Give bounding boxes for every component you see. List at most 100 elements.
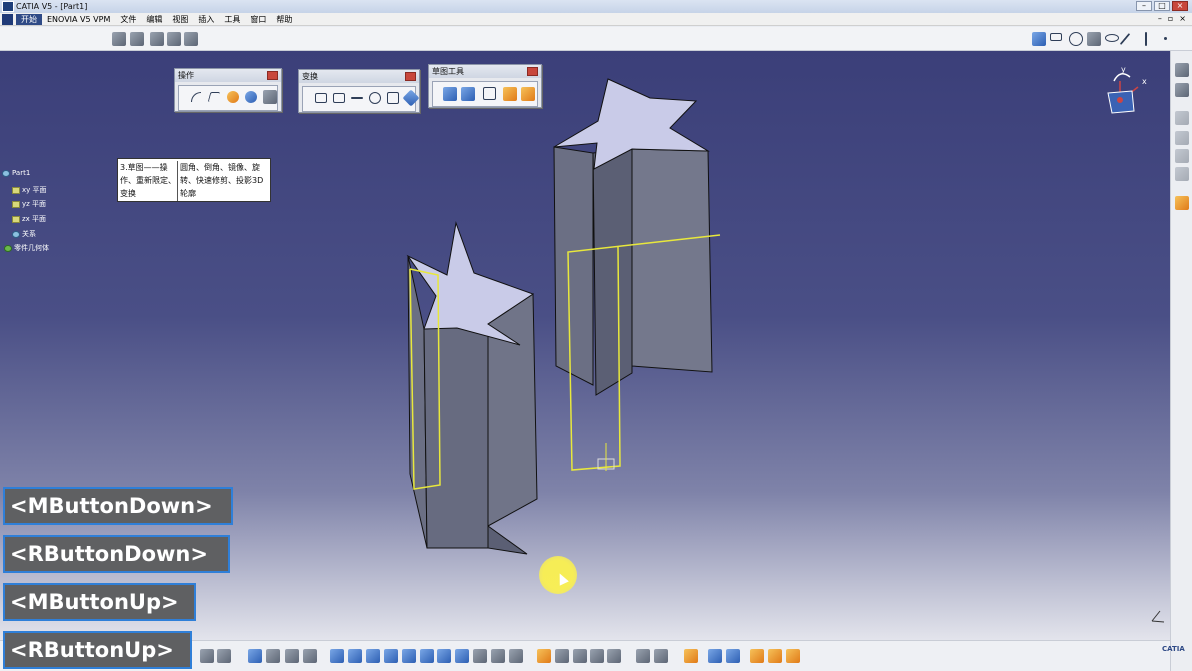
visualization-icon[interactable]	[590, 649, 604, 663]
hide-show-icon[interactable]	[491, 649, 505, 663]
iso-view-icon[interactable]	[455, 649, 469, 663]
line-icon[interactable]	[1119, 32, 1131, 46]
doc-restore-icon[interactable]: ▫	[1168, 14, 1173, 23]
pencil-icon[interactable]	[150, 32, 164, 46]
zoom-in-icon[interactable]	[402, 649, 416, 663]
reframe-icon[interactable]	[786, 649, 800, 663]
menu-window[interactable]: 窗口	[245, 14, 271, 25]
corner-icon[interactable]	[191, 92, 201, 102]
menu-help[interactable]: 帮助	[271, 14, 297, 25]
tree-item-zx[interactable]: zx 平面	[12, 214, 46, 224]
menu-insert[interactable]: 插入	[193, 14, 219, 25]
table-icon[interactable]	[248, 649, 262, 663]
tree-item-part-body[interactable]: 零件几何体	[4, 243, 49, 253]
menu-edit[interactable]: 编辑	[141, 14, 167, 25]
plane-icon	[12, 215, 20, 223]
constraint-tool-icon[interactable]	[1175, 111, 1189, 125]
trim-icon[interactable]	[227, 91, 239, 103]
compass-y-label: y	[1121, 65, 1126, 74]
translate-icon[interactable]	[351, 97, 363, 99]
publish-icon[interactable]	[768, 649, 782, 663]
rotate-icon[interactable]	[369, 92, 381, 104]
analysis-icon[interactable]	[1175, 131, 1189, 145]
ellipse-icon[interactable]	[1105, 34, 1119, 42]
spline-icon[interactable]	[1087, 32, 1101, 46]
swap-space-icon[interactable]	[509, 649, 523, 663]
app-menu-icon[interactable]	[2, 13, 13, 25]
search-icon[interactable]	[607, 649, 621, 663]
operation-toolbar: 操作	[174, 68, 282, 112]
cut-part-icon[interactable]	[537, 649, 551, 663]
grid-icon[interactable]	[443, 87, 457, 101]
menu-start[interactable]: 开始	[16, 13, 42, 25]
sketch-icon[interactable]	[112, 32, 126, 46]
measure-icon[interactable]	[303, 649, 317, 663]
axis-icon[interactable]	[1145, 32, 1147, 46]
doc-close-icon[interactable]: ×	[1179, 14, 1186, 23]
fit-all-icon[interactable]	[348, 649, 362, 663]
lock-icon[interactable]	[750, 649, 764, 663]
shading-icon[interactable]	[473, 649, 487, 663]
tree-root[interactable]: Part1	[2, 169, 30, 177]
rotate-view-icon[interactable]	[384, 649, 398, 663]
grid-icon[interactable]	[130, 32, 144, 46]
knowledge-icon[interactable]	[266, 649, 280, 663]
menu-view[interactable]: 视图	[167, 14, 193, 25]
circle-icon[interactable]	[1069, 32, 1083, 46]
rectangle-icon[interactable]	[1050, 33, 1062, 41]
exit-workbench-icon[interactable]	[1175, 63, 1189, 77]
animate-icon[interactable]	[1175, 149, 1189, 163]
offset-icon[interactable]	[402, 89, 420, 107]
construction-element-icon[interactable]	[483, 87, 496, 100]
layer-icon[interactable]	[708, 649, 722, 663]
dimensional-constraints-icon[interactable]	[521, 87, 535, 101]
sketch-analysis-icon[interactable]	[555, 649, 569, 663]
geometric-constraints-icon[interactable]	[503, 87, 517, 101]
transform-toolbar-header[interactable]: 变换	[299, 70, 419, 83]
select-icon[interactable]	[1175, 196, 1189, 210]
tree-item-yz[interactable]: yz 平面	[12, 199, 46, 209]
close-icon[interactable]	[267, 71, 278, 80]
snap-to-point-icon[interactable]	[461, 87, 475, 101]
mirror-icon[interactable]	[315, 93, 327, 103]
catalog-icon[interactable]	[285, 649, 299, 663]
minimize-icon[interactable]: –	[1136, 1, 1152, 11]
sketch-tools-toolbar-header[interactable]: 草图工具	[429, 65, 541, 78]
zoom-out-icon[interactable]	[420, 649, 434, 663]
comment-icon[interactable]	[217, 649, 231, 663]
tree-item-relations[interactable]: 关系	[12, 229, 36, 239]
relimit-icon[interactable]	[245, 91, 257, 103]
chamfer-icon[interactable]	[207, 92, 221, 102]
auto-constraint-icon[interactable]	[1175, 167, 1189, 181]
point-icon[interactable]	[1164, 37, 1167, 40]
normal-view-icon[interactable]	[437, 649, 451, 663]
dimension-icon[interactable]	[184, 32, 198, 46]
close-icon[interactable]	[405, 72, 416, 81]
tree-item-xy[interactable]: xy 平面	[12, 185, 47, 195]
doc-minimize-icon[interactable]: –	[1158, 14, 1162, 23]
star-prism-right-face-1	[553, 146, 594, 386]
profile-icon[interactable]	[1032, 32, 1046, 46]
close-icon[interactable]	[527, 67, 538, 76]
constraint-icon[interactable]	[167, 32, 181, 46]
update-icon[interactable]	[654, 649, 668, 663]
fly-icon[interactable]	[330, 649, 344, 663]
tree-root-label: Part1	[12, 169, 31, 177]
render-icon[interactable]	[684, 649, 698, 663]
maximize-icon[interactable]: □	[1154, 1, 1170, 11]
operation-toolbar-header[interactable]: 操作	[175, 69, 281, 82]
callout-right-text: 圆角、倒角、镜像、旋转、快速修剪、投影3D轮廓	[177, 161, 269, 201]
close-curve-icon[interactable]	[263, 90, 277, 104]
menu-enovia[interactable]: ENOVIA V5 VPM	[42, 15, 115, 24]
diagnosis-icon[interactable]	[573, 649, 587, 663]
output-feature-icon[interactable]	[1175, 83, 1189, 97]
close-icon[interactable]: ×	[1172, 1, 1188, 11]
menu-tools[interactable]: 工具	[219, 14, 245, 25]
properties-icon[interactable]	[726, 649, 740, 663]
menu-file[interactable]: 文件	[115, 14, 141, 25]
apply-material-icon[interactable]	[636, 649, 650, 663]
symmetry-icon[interactable]	[333, 93, 345, 103]
scale-icon[interactable]	[387, 92, 399, 104]
formula-icon[interactable]	[200, 649, 214, 663]
pan-icon[interactable]	[366, 649, 380, 663]
